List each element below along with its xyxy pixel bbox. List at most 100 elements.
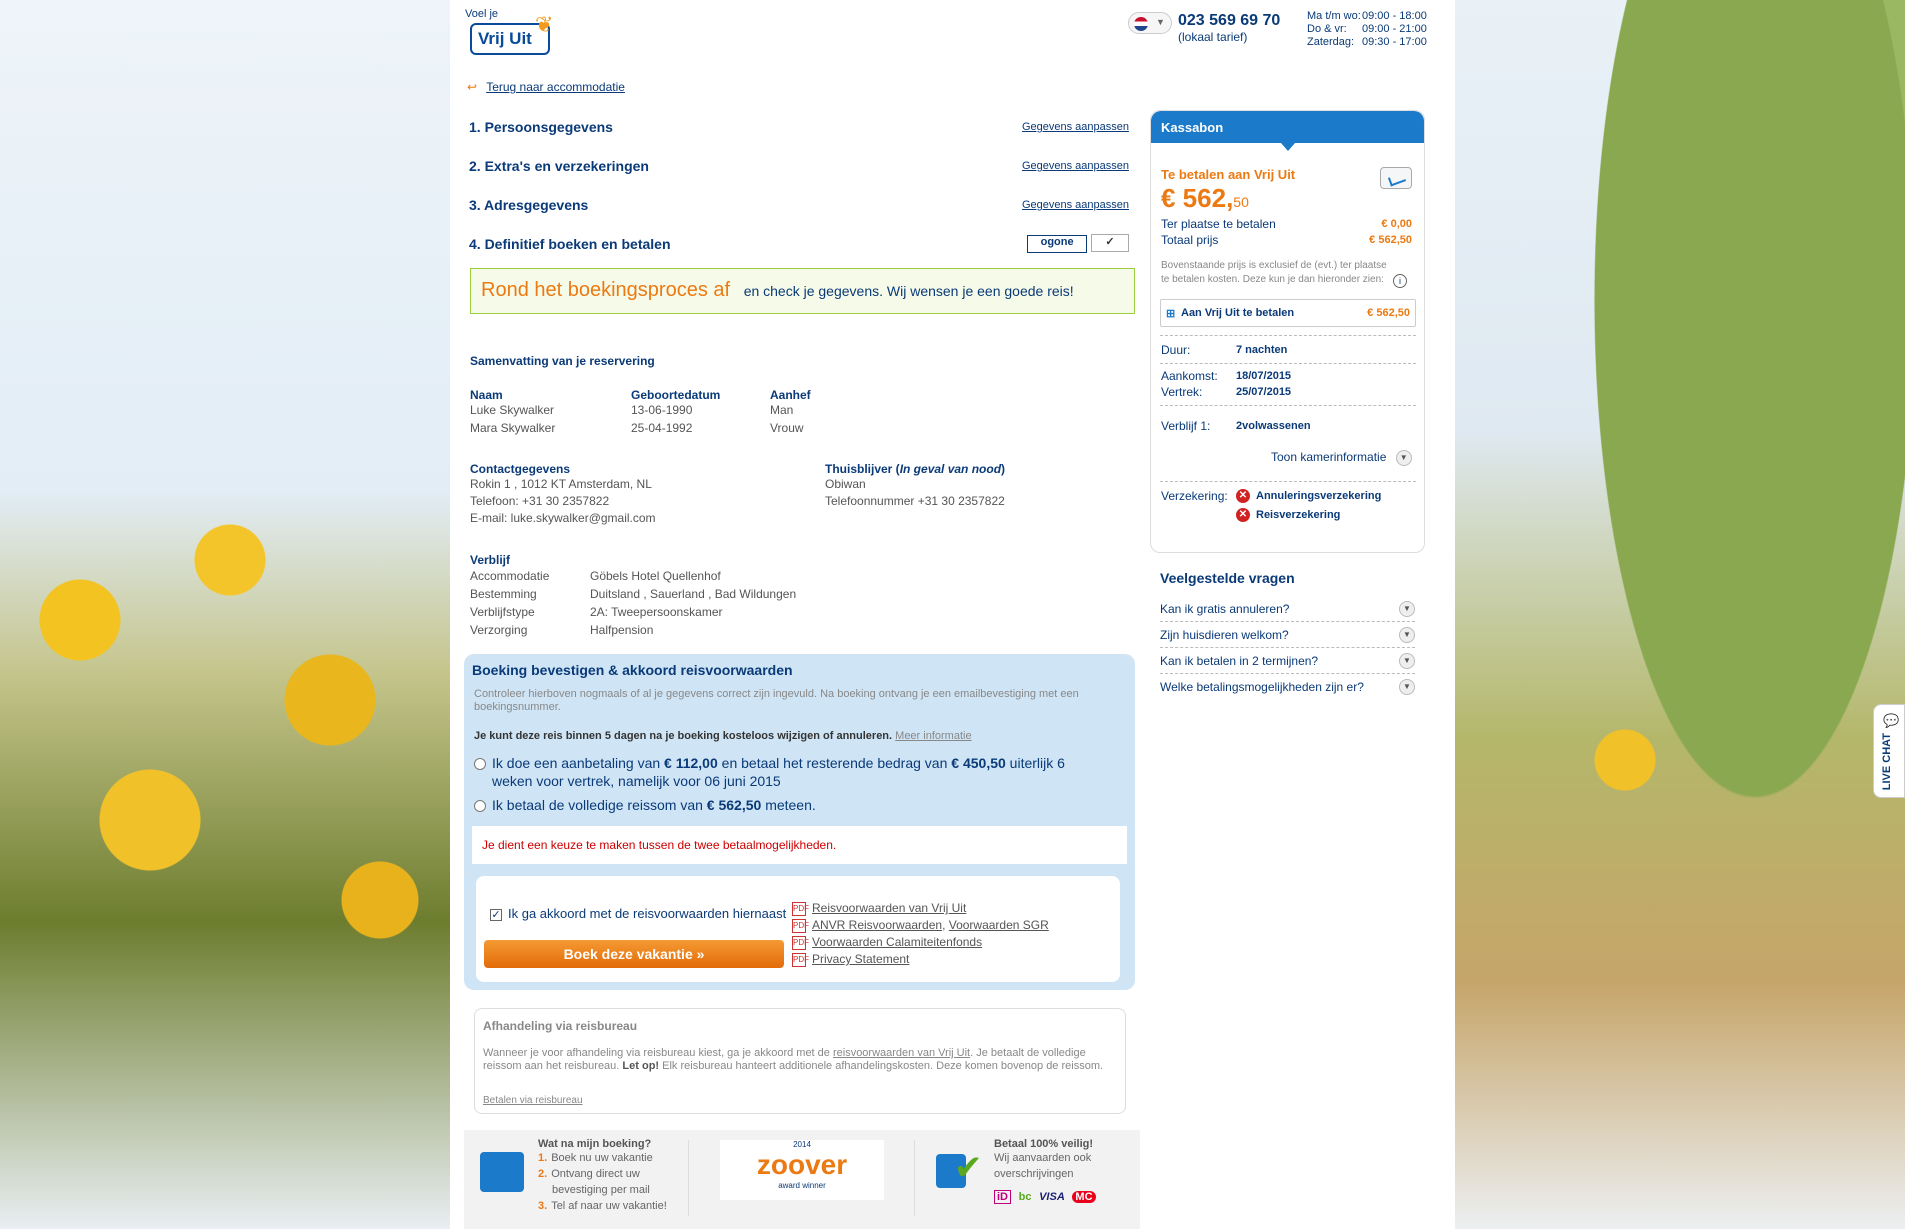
home-contact-name: Obiwan bbox=[825, 477, 866, 491]
pay-via-agency-link[interactable]: Betalen via reisbureau bbox=[483, 1095, 583, 1106]
payment-choice-warning: Je dient een keuze te maken tussen de tw… bbox=[472, 826, 1127, 864]
book-vacation-button[interactable]: Boek deze vakantie » bbox=[484, 940, 784, 968]
bancontact-icon: bc bbox=[1018, 1191, 1032, 1203]
secure-badge: ✓ bbox=[1091, 234, 1129, 252]
edit-step-3-link[interactable]: Gegevens aanpassen bbox=[1022, 199, 1129, 211]
agency-terms-link[interactable]: reisvoorwaarden van Vrij Uit bbox=[833, 1047, 970, 1059]
info-icon[interactable]: i bbox=[1393, 274, 1407, 288]
home-contact-phone: Telefoonnummer +31 30 2357822 bbox=[825, 494, 1005, 508]
deposit-radio[interactable] bbox=[474, 758, 486, 771]
stay-label: Verblijf 1: bbox=[1161, 419, 1211, 433]
divider bbox=[1160, 405, 1416, 406]
stay-value: Halfpension bbox=[590, 623, 654, 637]
faq-question: Kan ik betalen in 2 termijnen? bbox=[1160, 654, 1319, 668]
edit-step-1-link[interactable]: Gegevens aanpassen bbox=[1022, 121, 1129, 133]
edit-step-2-link[interactable]: Gegevens aanpassen bbox=[1022, 160, 1129, 172]
phone-number[interactable]: 023 569 69 70 bbox=[1178, 12, 1280, 30]
pdf-icon: PDF bbox=[792, 952, 809, 967]
print-icon[interactable] bbox=[1380, 167, 1412, 189]
step-number: 1. bbox=[538, 1152, 548, 1164]
opt-amount: € 112,00 bbox=[664, 755, 718, 771]
summary-title: Samenvatting van je reservering bbox=[470, 354, 655, 368]
live-chat-tab[interactable]: 💬 LIVE CHAT bbox=[1873, 704, 1905, 798]
doc-link[interactable]: ANVR Reisvoorwaarden bbox=[812, 918, 942, 932]
col-geboortedatum: Geboortedatum bbox=[631, 388, 721, 402]
zoover-year: 2014 bbox=[793, 1140, 811, 1149]
breakdown-value: € 562,50 bbox=[1367, 307, 1410, 319]
home-title-end: ) bbox=[1001, 462, 1006, 476]
receipt-title: Kassabon bbox=[1151, 111, 1424, 143]
step-number: 2. bbox=[538, 1168, 548, 1180]
stay-label: Accommodatie bbox=[470, 569, 550, 583]
arrival-value: 18/07/2015 bbox=[1236, 370, 1292, 382]
opening-hours: Ma t/m wo:09:00 - 18:00 Do & vr: 09:00 - … bbox=[1307, 10, 1427, 49]
room-info-toggle[interactable]: Toon kamerinformatie ▼ bbox=[1271, 450, 1412, 466]
trust-footer: Wat na mijn boeking? 1. Boek nu uw vakant… bbox=[464, 1130, 1140, 1229]
confirm-panel: Boeking bevestigen & akkoord reisvoorwaa… bbox=[464, 654, 1135, 990]
local-pay-label: Ter plaatse te betalen bbox=[1161, 217, 1276, 231]
back-to-accommodation-link[interactable]: Terug naar accommodatie bbox=[486, 80, 625, 94]
language-selector[interactable]: ▼ bbox=[1128, 12, 1172, 34]
step-label: 1. Persoonsgegevens bbox=[469, 119, 613, 135]
divider bbox=[914, 1140, 915, 1216]
total-amount: € 562,50 bbox=[1161, 183, 1249, 214]
pay-to-title: Te betalen aan Vrij Uit bbox=[1161, 167, 1296, 182]
doc-link[interactable]: Voorwaarden SGR bbox=[949, 918, 1049, 932]
opt-text: meteen. bbox=[765, 797, 816, 813]
pdf-icon: PDF bbox=[792, 901, 809, 916]
remove-icon[interactable]: ✕ bbox=[1236, 508, 1250, 522]
double-chevron-icon: » bbox=[696, 946, 705, 962]
shopping-bag-icon bbox=[480, 1152, 524, 1192]
chevron-down-icon: ▼ bbox=[1399, 627, 1415, 643]
doc-link[interactable]: Reisvoorwaarden van Vrij Uit bbox=[812, 901, 966, 915]
doc-link[interactable]: Privacy Statement bbox=[812, 952, 909, 966]
brand-logo[interactable]: Voel je Vrij Uit ❦ bbox=[465, 8, 565, 58]
faq-item[interactable]: Welke betalingsmogelijkheden zijn er? ▼ bbox=[1160, 674, 1415, 700]
stay-value: Duitsland , Sauerland , Bad Wildungen bbox=[590, 587, 797, 601]
full-payment-radio[interactable] bbox=[474, 800, 486, 813]
zoover-logo: zoover bbox=[756, 1149, 848, 1180]
step-text: Ontvang direct uw bbox=[551, 1168, 640, 1180]
change-policy-text: Je kunt deze reis binnen 5 dagen na je b… bbox=[474, 730, 893, 742]
terms-checkbox[interactable]: ✓ bbox=[490, 909, 502, 921]
step-label: 2. Extra's en verzekeringen bbox=[469, 158, 649, 174]
terms-checkbox-row[interactable]: ✓ Ik ga akkoord met de reisvoorwaarden hi… bbox=[490, 906, 786, 921]
receipt-panel: Kassabon Te betalen aan Vrij Uit € 562,5… bbox=[1150, 110, 1425, 553]
duration-label: Duur: bbox=[1161, 343, 1191, 357]
step-text: Tel af naar uw vakantie! bbox=[551, 1200, 667, 1212]
faq-item[interactable]: Zijn huisdieren welkom? ▼ bbox=[1160, 622, 1415, 648]
stay-label: Bestemming bbox=[470, 587, 537, 601]
faq-title: Veelgestelde vragen bbox=[1160, 570, 1295, 586]
faq-item[interactable]: Kan ik betalen in 2 termijnen? ▼ bbox=[1160, 648, 1415, 674]
faq-panel: Veelgestelde vragen Kan ik gratis annule… bbox=[1160, 570, 1415, 700]
more-info-link[interactable]: Meer informatie bbox=[895, 730, 971, 742]
insurance-name: Reisverzekering bbox=[1256, 508, 1341, 521]
payment-option-full[interactable]: Ik betaal de volledige reissom van € 562… bbox=[474, 796, 1094, 814]
remove-icon[interactable]: ✕ bbox=[1236, 489, 1250, 503]
local-pay-value: € 0,00 bbox=[1381, 218, 1412, 230]
mastercard-icon: MC bbox=[1072, 1191, 1096, 1203]
faq-question: Welke betalingsmogelijkheden zijn er? bbox=[1160, 680, 1364, 694]
faq-question: Kan ik gratis annuleren? bbox=[1160, 602, 1290, 616]
hours-time: 09:00 - 18:00 bbox=[1362, 10, 1427, 22]
col-aanhef: Aanhef bbox=[770, 388, 811, 402]
duration-value: 7 nachten bbox=[1236, 344, 1288, 356]
ideal-icon: iD bbox=[994, 1190, 1011, 1204]
total-label: Totaal prijs bbox=[1161, 233, 1219, 247]
hours-day: Ma t/m wo: bbox=[1307, 10, 1361, 22]
step-label: 3. Adresgegevens bbox=[469, 197, 589, 213]
plus-icon: ⊞ bbox=[1166, 308, 1176, 320]
amount-breakdown-toggle[interactable]: ⊞ Aan Vrij Uit te betalen € 562,50 bbox=[1160, 299, 1416, 327]
payment-option-deposit[interactable]: Ik doe een aanbetaling van € 112,00 en b… bbox=[474, 754, 1094, 790]
contact-title: Contactgegevens bbox=[470, 462, 571, 476]
opt-text: Ik doe een aanbetaling van bbox=[492, 755, 661, 771]
zoover-award-badge: 2014 zoover award winner bbox=[720, 1140, 884, 1200]
doc-link[interactable]: Voorwaarden Calamiteitenfonds bbox=[812, 935, 982, 949]
step-number: 3. bbox=[538, 1200, 548, 1212]
opt-text: en betaal het resterende bedrag van bbox=[721, 755, 948, 771]
departure-label: Vertrek: bbox=[1161, 385, 1203, 399]
faq-item[interactable]: Kan ik gratis annuleren? ▼ bbox=[1160, 596, 1415, 622]
contact-phone: Telefoon: +31 30 2357822 bbox=[470, 494, 610, 508]
hours-day: Zaterdag: bbox=[1307, 36, 1355, 48]
finish-title: Rond het boekingsproces af bbox=[481, 279, 731, 301]
